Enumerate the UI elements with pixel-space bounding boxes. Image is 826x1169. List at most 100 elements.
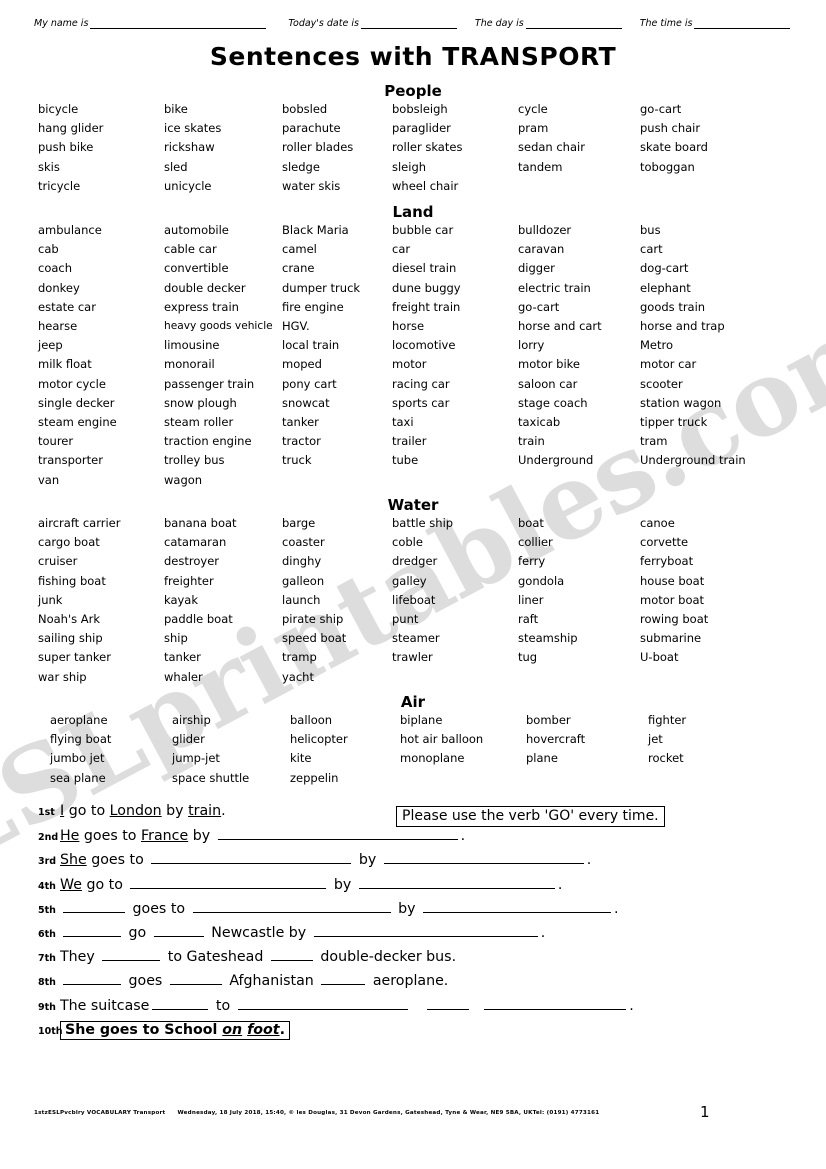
vocabulary-word: taxicab <box>518 415 561 430</box>
sentence-text <box>472 998 481 1014</box>
word-column: banana boat catamaran destroyer freighter ka… <box>164 514 282 687</box>
vocabulary-word: tractor <box>282 434 321 449</box>
vocabulary-word: cart <box>640 242 663 257</box>
vocabulary-word: wagon <box>164 472 203 487</box>
vocabulary-word: steam roller <box>164 415 234 430</box>
vocabulary-word: traction engine <box>164 434 252 449</box>
vocabulary-word: water skis <box>282 178 341 193</box>
answer-blank[interactable] <box>270 948 313 962</box>
vocabulary-word: battle ship <box>392 516 454 530</box>
vocabulary-word: go-cart <box>518 299 560 314</box>
vocabulary-word: crane <box>282 261 315 276</box>
section-land: Land ambulance cab coach donkey estate car he… <box>0 203 826 490</box>
vocabulary-word: trailer <box>392 434 427 449</box>
vocabulary-word: Metro <box>640 338 674 353</box>
vocabulary-word: transporter <box>38 453 103 468</box>
word-column: fighter jet rocket <box>648 711 788 788</box>
vocabulary-word: glider <box>172 732 205 747</box>
answer-blank[interactable] <box>102 948 161 962</box>
answer-blank[interactable] <box>321 972 366 986</box>
answer-blank[interactable] <box>383 851 584 865</box>
name-field-label: My name is <box>34 18 89 29</box>
vocabulary-word: bulldozer <box>518 223 572 237</box>
exercise-sentence: She goes to by . <box>60 851 591 868</box>
vocabulary-word: liner <box>518 592 544 607</box>
vocabulary-word: snow plough <box>164 395 237 410</box>
sentence-text: . <box>540 924 546 941</box>
vocabulary-word: ambulance <box>38 223 102 237</box>
vocabulary-word: hang glider <box>38 121 104 136</box>
vocabulary-word: motor car <box>640 357 697 372</box>
sentence-text: Afghanistan <box>224 973 319 990</box>
underlined-word: He <box>60 828 80 845</box>
answer-blank[interactable] <box>217 827 458 841</box>
answer-blank[interactable] <box>151 851 352 865</box>
vocabulary-word: barge <box>282 516 316 530</box>
answer-blank[interactable] <box>313 924 538 937</box>
footer-credit: Wednesday, 18 July 2018, 15:40, © les Do… <box>177 1110 600 1116</box>
answer-blank[interactable] <box>192 900 391 913</box>
vocabulary-word: motor <box>392 357 427 372</box>
sentence-text: double-decker bus. <box>315 949 457 966</box>
vocabulary-word: freight train <box>392 299 461 314</box>
vocabulary-word: launch <box>282 592 321 607</box>
answer-blank[interactable] <box>63 972 121 986</box>
vocabulary-word: tram <box>640 434 668 449</box>
vocabulary-word: hot air balloon <box>400 732 484 747</box>
day-field[interactable]: The day is <box>475 18 622 29</box>
word-column: biplane hot air balloon monoplane <box>400 711 526 788</box>
vocabulary-word: rocket <box>648 751 684 766</box>
answer-blank[interactable] <box>358 876 555 889</box>
underlined-word: London <box>109 803 162 819</box>
sentence-text: They <box>60 949 100 966</box>
word-column: bobsleigh paraglider roller skates sleigh wh… <box>392 100 518 196</box>
sentence-text: The suitcase <box>60 997 150 1014</box>
section-heading-water: Water <box>387 496 439 514</box>
exercise-sentence: go Newcastle by . <box>60 924 545 941</box>
vocabulary-word: aircraft carrier <box>38 516 121 530</box>
answer-blank[interactable] <box>484 997 627 1010</box>
word-column: ambulance cab coach donkey estate car hearse j… <box>38 221 164 490</box>
date-field-rule[interactable] <box>360 19 457 29</box>
vocabulary-word: push bike <box>38 140 94 155</box>
vocabulary-word: war ship <box>38 669 87 684</box>
exercise-ordinal: 1st <box>38 807 55 818</box>
vocabulary-word: Underground <box>518 453 594 468</box>
answer-blank[interactable] <box>63 924 121 937</box>
vocabulary-word: cruiser <box>38 554 78 569</box>
exercise-row: 6th go Newcastle by . <box>30 924 810 948</box>
vocabulary-word: fighter <box>648 713 687 727</box>
answer-blank[interactable] <box>423 900 612 913</box>
vocabulary-word: elephant <box>640 280 691 295</box>
vocabulary-word: ferryboat <box>640 554 694 569</box>
section-heading-people: People <box>384 82 442 100</box>
vocabulary-word: locomotive <box>392 338 456 353</box>
vocabulary-word: lifeboat <box>392 592 436 607</box>
vocabulary-word: parachute <box>282 121 341 136</box>
time-field[interactable]: The time is <box>640 18 791 29</box>
answer-blank[interactable] <box>169 972 222 986</box>
footer-tag: 1stzESLPvcblry VOCABULARY Transport <box>34 1110 166 1116</box>
name-field-rule[interactable] <box>90 19 267 29</box>
name-field[interactable]: My name is <box>34 18 267 29</box>
answer-blank[interactable] <box>152 997 209 1010</box>
vocabulary-word: wheel chair <box>392 178 459 193</box>
time-field-label: The time is <box>639 18 693 29</box>
answer-blank[interactable] <box>427 997 470 1010</box>
vocabulary-word: estate car <box>38 299 96 314</box>
vocabulary-word: convertible <box>164 261 229 276</box>
date-field[interactable]: Today's date is <box>288 18 457 29</box>
answer-blank[interactable] <box>63 900 125 913</box>
answer-blank[interactable] <box>237 997 408 1010</box>
vocabulary-word: skis <box>38 159 60 174</box>
time-field-rule[interactable] <box>694 19 791 29</box>
section-heading-land: Land <box>392 203 434 221</box>
vocabulary-word: local train <box>282 338 340 353</box>
answer-blank[interactable] <box>130 876 327 889</box>
answer-suffix: . <box>279 1021 285 1038</box>
word-column: bulldozer caravan digger electric train go-c… <box>518 221 640 490</box>
answer-blank[interactable] <box>153 924 204 937</box>
day-field-rule[interactable] <box>525 19 622 29</box>
vocabulary-word: paddle boat <box>164 612 233 627</box>
vocabulary-word: monorail <box>164 357 215 372</box>
